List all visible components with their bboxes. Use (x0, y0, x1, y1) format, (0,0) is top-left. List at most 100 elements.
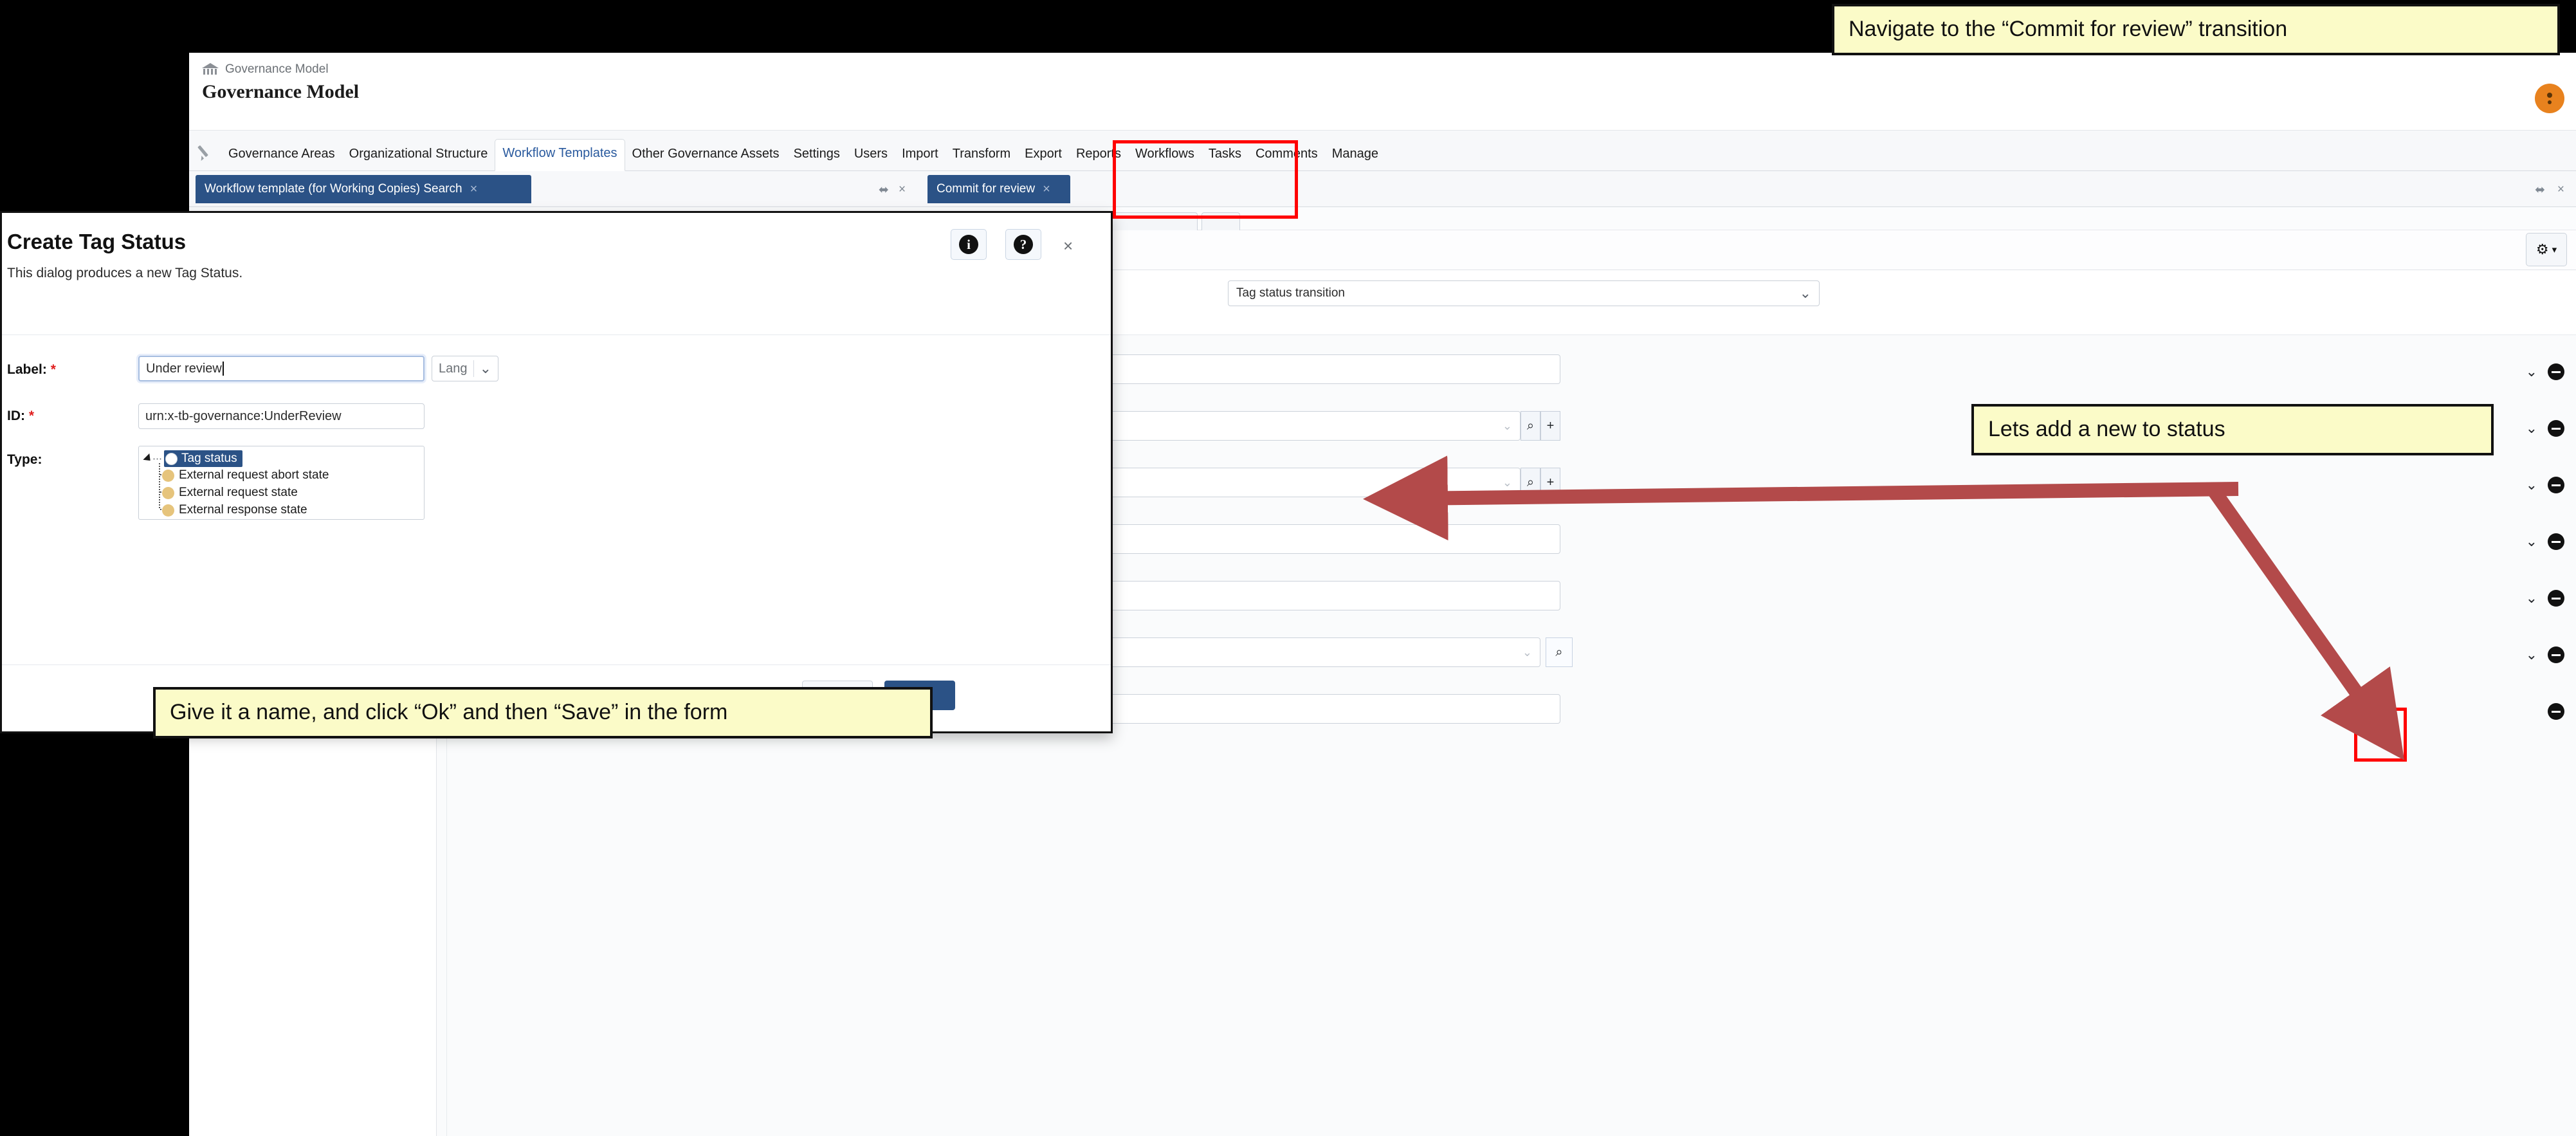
type-field-label: Type: (7, 452, 42, 467)
breadcrumb-label: Governance Model (225, 62, 329, 76)
row-controls: ⌄ (2526, 420, 2564, 437)
help-button[interactable]: ? (1005, 229, 1041, 260)
tag-status-icon (162, 486, 174, 499)
nav-item-users[interactable]: Users (847, 140, 895, 170)
nav-item-settings[interactable]: Settings (787, 140, 847, 170)
tree-node-selected[interactable]: Tag status (164, 450, 242, 467)
chevron-down-icon[interactable]: ⌄ (2526, 365, 2537, 379)
minus-circle-icon[interactable] (2548, 420, 2564, 437)
chevron-down-icon: ⌄ (1502, 475, 1512, 489)
nav-item-transform[interactable]: Transform (945, 140, 1018, 170)
plus-icon[interactable]: + (1540, 411, 1560, 441)
row-controls: ⌄ (2526, 477, 2564, 493)
record-type-select[interactable]: Tag status transition ⌄ (1228, 280, 1820, 306)
chevron-down-icon[interactable]: ⌄ (2526, 535, 2537, 549)
search-icon[interactable]: ⌕ (1546, 637, 1573, 667)
close-icon[interactable]: × (1063, 236, 1073, 256)
row-controls: ⌄ (2526, 646, 2564, 663)
annotation-add-status-callout: Lets add a new to status (1971, 404, 2494, 455)
lang-select[interactable]: Lang ⌄ (432, 356, 498, 381)
tree-node-child[interactable]: External response state (162, 503, 307, 517)
chevron-down-icon: ⌄ (1522, 645, 1532, 659)
tree-node-label: External response state (179, 503, 307, 517)
nav-item-workflow-templates[interactable]: Workflow Templates (495, 139, 625, 171)
tree-connector (159, 463, 160, 508)
tree-node-root[interactable]: ⋯ Tag status (143, 450, 242, 467)
minus-circle-icon[interactable] (2548, 703, 2564, 720)
minus-circle-icon[interactable] (2548, 590, 2564, 607)
row-controls: ⌄ (2526, 533, 2564, 550)
document-tab-workflow-template-search[interactable]: Workflow template (for Working Copies) S… (196, 175, 531, 203)
document-tab-commit-for-review[interactable]: Commit for review × (927, 175, 1070, 203)
text-caret (222, 362, 224, 376)
chevron-down-icon[interactable]: ⌄ (2526, 421, 2537, 435)
row-controls: ⌄ (2526, 590, 2564, 607)
tree-node-label: External request state (179, 486, 298, 499)
pencil-icon[interactable] (198, 140, 216, 165)
label-field-label: Label: * (7, 362, 56, 377)
dialog-row-type: Type: ⋯ Tag status External request abor… (2, 443, 1111, 533)
lang-select-label: Lang (439, 361, 468, 376)
row-controls (2548, 703, 2564, 720)
chevron-down-icon: ⌄ (1502, 419, 1512, 432)
divider (473, 360, 474, 377)
plus-icon[interactable]: + (1540, 468, 1560, 497)
row-controls: ⌄ (2526, 363, 2564, 380)
title-bar: Governance Model Governance Model (189, 53, 2576, 130)
annotation-name-callout: Give it a name, and click “Ok” and then … (153, 687, 933, 738)
nav-item-manage[interactable]: Manage (1325, 140, 1385, 170)
expand-icon[interactable]: ⬌ (2535, 183, 2545, 197)
nav-item-governance-areas[interactable]: Governance Areas (221, 140, 342, 170)
chevron-down-icon[interactable]: ⌄ (2526, 591, 2537, 605)
tree-node-child[interactable]: External request state (162, 486, 298, 500)
close-icon[interactable]: × (470, 182, 478, 197)
help-icon: ? (1014, 235, 1033, 254)
settings-menu-button[interactable]: ⚙ ▾ (2526, 233, 2567, 266)
expand-icon[interactable]: ⬌ (879, 183, 889, 197)
page-title: Governance Model (202, 81, 360, 102)
close-icon[interactable]: × (1043, 182, 1050, 197)
info-icon: i (959, 235, 978, 254)
breadcrumb: Governance Model (202, 62, 329, 77)
tag-status-icon (165, 452, 178, 465)
dialog-header: Create Tag Status This dialog produces a… (2, 213, 1111, 335)
tag-status-icon (162, 469, 174, 482)
annotation-navigate-callout: Navigate to the “Commit for review” tran… (1832, 4, 2560, 55)
minus-circle-icon[interactable] (2548, 533, 2564, 550)
search-icon[interactable]: ⌕ (1521, 468, 1540, 497)
user-avatar-icon[interactable] (2535, 84, 2564, 113)
type-tree[interactable]: ⋯ Tag status External request abort stat… (138, 446, 425, 520)
info-button[interactable]: i (951, 229, 987, 260)
close-icon[interactable]: × (2557, 183, 2564, 197)
nav-item-export[interactable]: Export (1018, 140, 1069, 170)
id-input[interactable]: urn:x-tb-governance:UnderReview (138, 403, 425, 429)
chevron-down-icon[interactable]: ⌄ (2526, 478, 2537, 492)
document-tab-strip: Workflow template (for Working Copies) S… (189, 171, 2576, 207)
minus-circle-icon[interactable] (2548, 363, 2564, 380)
highlight-box-commit-for-review-tab (1113, 140, 1298, 219)
label-input[interactable]: Under review (138, 356, 425, 381)
minus-circle-icon[interactable] (2548, 477, 2564, 493)
dialog-row-label: Label: * Under review Lang ⌄ (2, 348, 1111, 396)
close-icon[interactable]: × (899, 183, 906, 197)
nav-item-other-governance-assets[interactable]: Other Governance Assets (625, 140, 787, 170)
document-tab-label: Workflow template (for Working Copies) S… (205, 182, 462, 196)
required-marker: * (28, 408, 35, 423)
chevron-down-icon: ▾ (2552, 244, 2557, 255)
chevron-down-icon: ⌄ (1799, 285, 1811, 301)
highlight-box-add-to-status-button (2354, 708, 2407, 762)
search-icon[interactable]: ⌕ (1521, 411, 1540, 441)
label-input-value: Under review (146, 361, 222, 376)
tree-node-label: External request abort state (179, 468, 329, 482)
nav-item-import[interactable]: Import (895, 140, 945, 170)
minus-circle-icon[interactable] (2548, 646, 2564, 663)
dialog-title: Create Tag Status (7, 230, 187, 253)
create-tag-status-dialog: Create Tag Status This dialog produces a… (0, 211, 1113, 733)
record-type-value: Tag status transition (1236, 286, 1345, 300)
nav-item-organizational-structure[interactable]: Organizational Structure (342, 140, 495, 170)
tree-node-child[interactable]: External request abort state (162, 468, 329, 482)
dialog-subtitle: This dialog produces a new Tag Status. (7, 266, 243, 280)
chevron-down-icon[interactable]: ⌄ (2526, 648, 2537, 662)
document-tab-label: Commit for review (936, 182, 1036, 196)
tree-node-label: Tag status (181, 452, 237, 465)
